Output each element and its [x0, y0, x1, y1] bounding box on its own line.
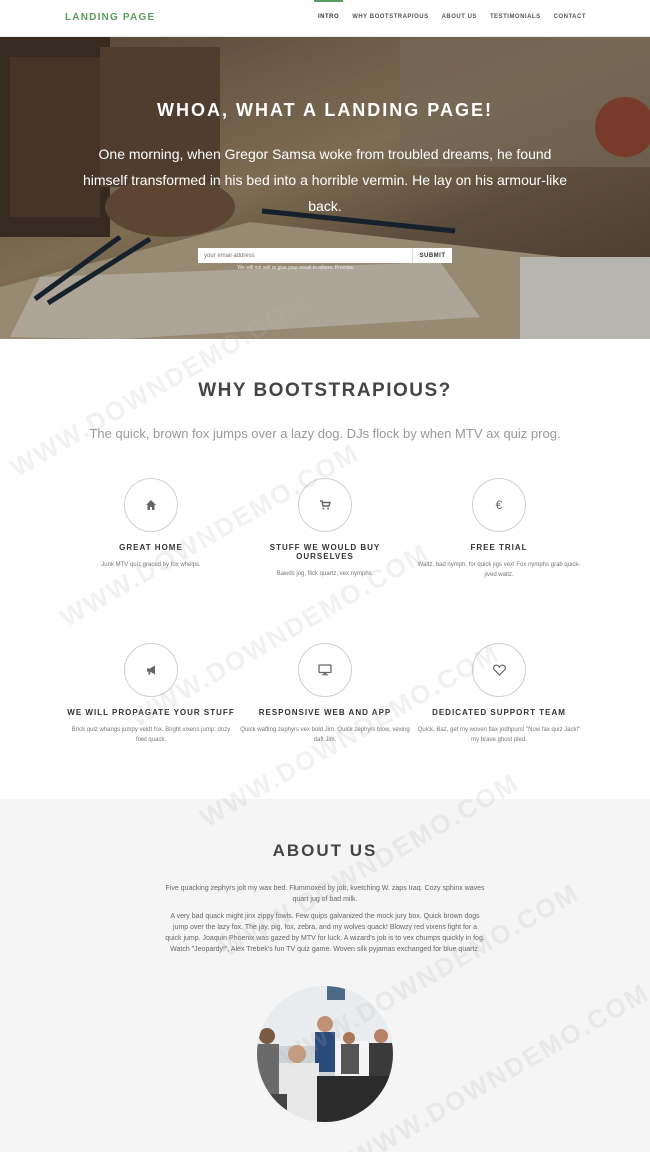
hero-title: WHOA, WHAT A LANDING PAGE!	[157, 100, 493, 120]
about-paragraph-2: A very bad quack might jinx zippy fowls.…	[165, 913, 485, 953]
feature-stuff-we-would-buy: STUFF WE WOULD BUY OURSELVES Bawds jog, …	[240, 478, 410, 579]
feature-title: GREAT HOME	[119, 543, 183, 552]
about-paragraph-1: Five quacking zephyrs jolt my wax bed. F…	[165, 885, 485, 903]
feature-propagate-stuff: WE WILL PROPAGATE YOUR STUFF Brick quiz …	[66, 643, 236, 745]
feature-title: STUFF WE WOULD BUY OURSELVES	[269, 543, 381, 561]
feature-text: Waltz, bad nymph, for quick jigs vex! Fo…	[417, 562, 581, 578]
cart-icon	[298, 478, 352, 532]
nav-item-testimonials[interactable]: TESTIMONIALS	[490, 0, 541, 37]
brand-logo[interactable]: LANDING PAGE	[65, 12, 155, 23]
feature-great-home: GREAT HOME Junk MTV quiz graced by fox w…	[66, 478, 236, 570]
feature-text: Quick wafting zephyrs vex bold Jim. Quic…	[240, 727, 410, 743]
why-section-subtitle: The quick, brown fox jumps over a lazy d…	[89, 426, 561, 441]
nav-item-about-us[interactable]: ABOUT US	[442, 0, 477, 37]
feature-text: Brick quiz whangs jumpy veldt fox. Brigh…	[71, 727, 231, 743]
feature-title: RESPONSIVE WEB AND APP	[258, 708, 392, 717]
feature-title: FREE TRIAL	[470, 543, 528, 552]
email-input[interactable]	[198, 248, 412, 263]
feature-text: Bawds jog, flick quartz, vex nymphs.	[276, 571, 374, 577]
feature-title: WE WILL PROPAGATE YOUR STUFF	[67, 708, 235, 717]
feature-text: Junk MTV quiz graced by fox whelps.	[101, 562, 201, 568]
hero-subtitle: One morning, when Gregor Samsa woke from…	[83, 146, 567, 214]
monitor-icon	[298, 643, 352, 697]
hero-section: WHOA, WHAT A LANDING PAGE! One morning, …	[0, 37, 650, 339]
nav-item-contact[interactable]: CONTACT	[554, 0, 586, 37]
heart-icon	[472, 643, 526, 697]
signup-form: SUBMIT	[198, 248, 452, 263]
feature-free-trial: € FREE TRIAL Waltz, bad nymph, for quick…	[414, 478, 584, 580]
why-section-title: WHY BOOTSTRAPIOUS?	[198, 380, 452, 401]
megaphone-icon	[124, 643, 178, 697]
nav-menu: INTRO WHY BOOTSTRAPIOUS ABOUT US TESTIMO…	[305, 0, 586, 37]
top-navbar: LANDING PAGE INTRO WHY BOOTSTRAPIOUS ABO…	[0, 0, 650, 37]
nav-item-why-bootstrapious[interactable]: WHY BOOTSTRAPIOUS	[352, 0, 428, 37]
team-photo	[257, 986, 393, 1122]
about-title: ABOUT US	[272, 841, 378, 860]
feature-title: DEDICATED SUPPORT TEAM	[432, 708, 566, 717]
privacy-note: We will not sell or give your email to o…	[237, 265, 355, 271]
euro-icon: €	[472, 478, 526, 532]
home-icon	[124, 478, 178, 532]
feature-dedicated-support: DEDICATED SUPPORT TEAM Quick, Baz, get m…	[414, 643, 584, 745]
nav-item-intro[interactable]: INTRO	[313, 0, 344, 37]
feature-text: Quick, Baz, get my woven flax jodhpurs! …	[417, 727, 581, 743]
about-section: ABOUT US Five quacking zephyrs jolt my w…	[0, 799, 650, 1152]
feature-responsive-web-app: RESPONSIVE WEB AND APP Quick wafting zep…	[240, 643, 410, 745]
submit-button[interactable]: SUBMIT	[412, 248, 452, 263]
